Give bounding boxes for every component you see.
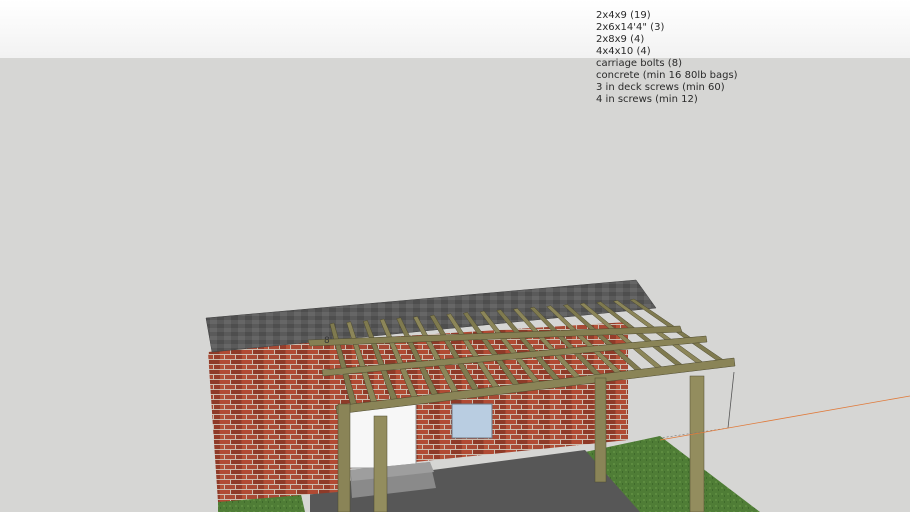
materials-list-item: 2x8x9 (4)	[596, 34, 645, 45]
window	[451, 403, 493, 439]
materials-list-item: 4x4x10 (4)	[596, 46, 651, 57]
pergola-post-3	[594, 377, 607, 483]
materials-list-item: concrete (min 16 80lb bags)	[596, 70, 738, 81]
brick-wall-left	[208, 340, 338, 502]
dimension-line	[727, 371, 735, 429]
materials-list-item: 2x6x14'4" (3)	[596, 22, 665, 33]
materials-list: 2x4x9 (19) 2x6x14'4" (3) 2x8x9 (4) 4x4x1…	[596, 10, 738, 106]
dimension-label: 8'	[324, 336, 333, 346]
pergola-post-2	[373, 415, 388, 512]
pergola-post-4	[689, 375, 705, 512]
materials-list-item: carriage bolts (8)	[596, 58, 682, 69]
materials-list-item: 4 in screws (min 12)	[596, 94, 698, 105]
model-viewport[interactable]: 8' 2x4x9 (19) 2x6x14'4" (3) 2x8x9 (4) 4x…	[0, 0, 910, 512]
materials-list-item: 2x4x9 (19)	[596, 10, 651, 21]
pergola-model[interactable]	[0, 0, 910, 512]
pergola-post-1	[337, 403, 351, 512]
materials-list-item: 3 in deck screws (min 60)	[596, 82, 725, 93]
